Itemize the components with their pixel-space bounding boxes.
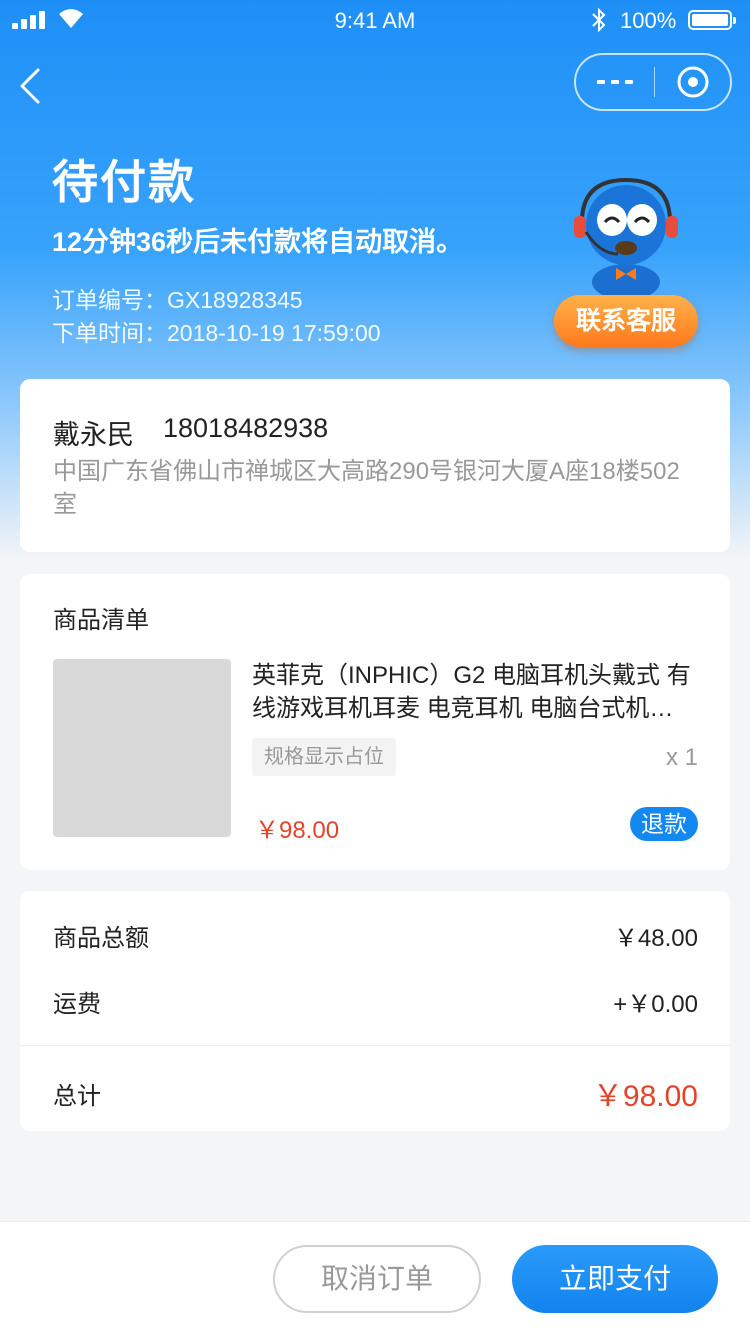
cancel-order-button[interactable]: 取消订单 xyxy=(273,1245,481,1313)
total-value: ￥98.00 xyxy=(592,1080,698,1113)
battery-percent: 100% xyxy=(620,8,677,33)
product-name[interactable]: 英菲克（INPHIC）G2 电脑耳机头戴式 有线游戏耳机耳麦 电竞耳机 电脑台式… xyxy=(252,659,702,725)
address-detail: 中国广东省佛山市禅城区大高路290号银河大厦A座18楼502室 xyxy=(53,458,680,518)
order-number: 订单编号：GX18928345 xyxy=(52,287,303,313)
goods-total-value: ￥48.00 xyxy=(613,925,698,952)
more-button[interactable] xyxy=(576,55,654,109)
recipient-name: 戴永民 xyxy=(53,420,134,450)
refund-button[interactable]: 退款 xyxy=(630,807,698,841)
summary-card: 商品总额 ￥48.00 运费 +￥0.00 总计 ￥98.00 xyxy=(20,891,730,1131)
shipping-value: +￥0.00 xyxy=(613,991,698,1018)
recipient-phone: 18018482938 xyxy=(163,413,329,443)
goods-total-label: 商品总额 xyxy=(53,925,149,952)
mini-program-capsule xyxy=(574,53,732,111)
close-circle-icon xyxy=(677,66,709,98)
battery-icon xyxy=(688,10,736,30)
product-price: ￥98.00 xyxy=(255,817,340,844)
pay-now-button[interactable]: 立即支付 xyxy=(512,1245,718,1313)
total-label: 总计 xyxy=(53,1083,101,1110)
capsule-divider xyxy=(654,67,655,97)
contact-service-button[interactable]: 联系客服 xyxy=(554,295,698,347)
status-bar: 9:41 AM 100% xyxy=(0,0,750,40)
summary-divider xyxy=(20,1045,730,1046)
back-button[interactable] xyxy=(14,62,54,110)
items-section-title: 商品清单 xyxy=(53,607,149,634)
customer-service-mascot-icon xyxy=(574,177,678,300)
items-card: 商品清单 英菲克（INPHIC）G2 电脑耳机头戴式 有线游戏耳机耳麦 电竞耳机… xyxy=(20,574,730,870)
countdown-text: 12分钟36秒后未付款将自动取消。 xyxy=(52,227,464,257)
product-thumbnail[interactable] xyxy=(53,659,231,837)
chevron-left-icon xyxy=(20,68,40,104)
product-quantity: x 1 xyxy=(665,744,698,771)
address-card: 戴永民 18018482938 中国广东省佛山市禅城区大高路290号银河大厦A座… xyxy=(20,379,730,552)
shipping-label: 运费 xyxy=(53,991,101,1018)
page-title: 待付款 xyxy=(52,156,196,208)
bottom-action-bar: 取消订单 立即支付 xyxy=(0,1221,750,1335)
order-time: 下单时间：2018-10-19 17:59:00 xyxy=(52,320,381,346)
bluetooth-icon xyxy=(592,7,606,33)
product-spec: 规格显示占位 xyxy=(252,738,396,776)
close-button[interactable] xyxy=(676,65,710,99)
